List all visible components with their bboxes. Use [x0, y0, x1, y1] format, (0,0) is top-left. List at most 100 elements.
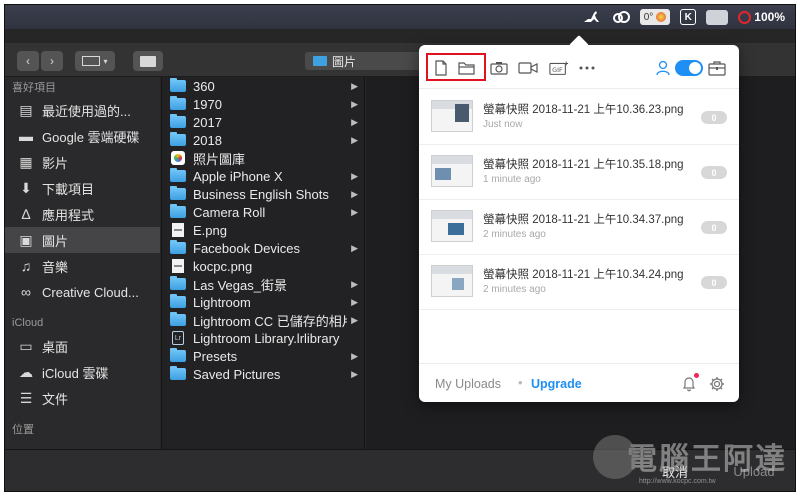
video-icon[interactable] — [518, 59, 538, 77]
creative-cloud-icon[interactable] — [612, 9, 630, 25]
file-row[interactable]: Business English Shots ▶ — [162, 185, 364, 203]
file-label: Las Vegas_街景 — [193, 277, 287, 293]
new-folder-button[interactable] — [133, 51, 163, 71]
file-row[interactable]: Saved Pictures ▶ — [162, 365, 364, 383]
film-icon: ▦ — [19, 153, 33, 170]
toggle-switch[interactable] — [675, 60, 703, 76]
gif-icon[interactable]: GIF — [549, 59, 569, 77]
sidebar-item-icloud-drive[interactable]: ☁ iCloud 雲碟 — [5, 359, 160, 385]
upload-row[interactable]: 螢幕快照 2018-11-21 上午10.35.18.png 1 minute … — [419, 145, 739, 200]
more-icon[interactable] — [577, 59, 597, 77]
gear-icon[interactable] — [709, 376, 725, 392]
folder-icon: ▬ — [19, 128, 33, 144]
file-label: 1970 — [193, 96, 222, 112]
cloud-icon: ☁ — [19, 363, 33, 380]
sidebar-item-creative-cloud[interactable]: ∞ Creative Cloud... — [5, 279, 160, 305]
kangaroo-icon[interactable] — [582, 9, 602, 25]
upload-row[interactable]: 螢幕快照 2018-11-21 上午10.34.24.png 2 minutes… — [419, 255, 739, 310]
disclosure-arrow-icon: ▶ — [351, 170, 358, 181]
sidebar-item-music[interactable]: ♫ 音樂 — [5, 253, 160, 279]
upload-row[interactable]: 螢幕快照 2018-11-21 上午10.36.23.png Just now … — [419, 90, 739, 145]
file-row[interactable]: Facebook Devices ▶ — [162, 239, 364, 257]
sidebar-item-applications[interactable]: ∆ 應用程式 — [5, 201, 160, 227]
sidebar-item-movies[interactable]: ▦ 影片 — [5, 149, 160, 175]
upload-button[interactable]: Upload — [727, 462, 781, 480]
upload-filename: 螢幕快照 2018-11-21 上午10.35.18.png — [483, 159, 684, 171]
notification-dot — [694, 373, 699, 378]
clock-icon: ▤ — [19, 101, 33, 118]
photos-library-icon — [171, 151, 185, 165]
chevron-left-icon: ‹ — [26, 54, 30, 68]
upload-filename: 螢幕快照 2018-11-21 上午10.34.37.png — [483, 214, 684, 226]
chevron-down-icon: ▾ — [103, 56, 108, 66]
file-label: Presets — [193, 348, 238, 364]
folder-icon — [313, 56, 327, 66]
view-count-badge: 0 — [701, 166, 727, 179]
file-row[interactable]: 360 ▶ — [162, 77, 364, 95]
folder-icon — [170, 96, 186, 110]
screenshot-thumbnail — [431, 265, 473, 297]
file-row[interactable]: 2018 ▶ — [162, 131, 364, 149]
popover-footer: My Uploads • Upgrade — [419, 363, 739, 402]
file-label: 2018 — [193, 132, 222, 148]
sidebar-item-desktop[interactable]: ▭ 桌面 — [5, 333, 160, 359]
file-label: Saved Pictures — [193, 366, 281, 382]
sidebar-item-recents[interactable]: ▤ 最近使用過的... — [5, 97, 160, 123]
image-file-icon — [172, 259, 184, 273]
sidebar-item-pictures[interactable]: ▣ 圖片 — [5, 227, 160, 253]
briefcase-icon[interactable] — [707, 59, 727, 77]
weather-widget[interactable]: 0° — [639, 9, 671, 25]
sidebar-item-documents[interactable]: ☰ 文件 — [5, 385, 160, 411]
folder-icon — [170, 294, 186, 308]
file-row[interactable]: Presets ▶ — [162, 347, 364, 365]
k-app-icon[interactable]: K — [680, 9, 697, 25]
file-icon[interactable] — [431, 59, 451, 77]
disclosure-arrow-icon: ▶ — [351, 188, 358, 199]
sidebar-item-downloads[interactable]: ⬇ 下載項目 — [5, 175, 160, 201]
folder-icon — [170, 348, 186, 362]
file-label: kocpc.png — [193, 258, 253, 274]
disclosure-arrow-icon: ▶ — [351, 368, 358, 379]
disclosure-arrow-icon: ▶ — [351, 98, 358, 109]
file-row[interactable]: E.png — [162, 221, 364, 239]
cloud-app-icon[interactable] — [706, 9, 729, 25]
popover-toolbar: GIF — [419, 45, 739, 89]
back-button[interactable]: ‹ — [17, 51, 39, 71]
path-title[interactable]: 圖片 — [305, 52, 425, 70]
bell-icon[interactable] — [682, 376, 696, 392]
disclosure-arrow-icon: ▶ — [351, 314, 358, 325]
disclosure-arrow-icon: ▶ — [351, 80, 358, 91]
sidebar-header-favorites: 喜好項目 — [12, 82, 56, 94]
file-row[interactable]: kocpc.png — [162, 257, 364, 275]
upgrade-link[interactable]: Upgrade — [531, 377, 582, 391]
status-circle-icon — [656, 12, 667, 22]
file-row[interactable]: Lr Lightroom Library.lrlibrary — [162, 329, 364, 347]
file-row[interactable]: Apple iPhone X ▶ — [162, 167, 364, 185]
cancel-button[interactable]: 取消 — [645, 462, 705, 480]
my-uploads-link[interactable]: My Uploads — [435, 377, 501, 391]
sidebar-item-google-drive[interactable]: ▬ Google 雲端硬碟 — [5, 123, 160, 149]
lightroom-library-icon: Lr — [172, 331, 184, 345]
upload-filename: 螢幕快照 2018-11-21 上午10.34.24.png — [483, 269, 684, 281]
file-row[interactable]: 1970 ▶ — [162, 95, 364, 113]
columns-view-icon — [82, 56, 101, 66]
temperature-text: 0° — [643, 11, 654, 23]
file-row[interactable]: 照片圖庫 — [162, 149, 364, 167]
file-row[interactable]: 2017 ▶ — [162, 113, 364, 131]
folder-icon — [170, 186, 186, 200]
user-icon[interactable] — [653, 59, 673, 77]
file-label: 360 — [193, 78, 215, 94]
camera-icon[interactable] — [489, 59, 509, 77]
file-row[interactable]: Lightroom ▶ — [162, 293, 364, 311]
camera-icon: ▣ — [19, 231, 33, 248]
view-mode-button[interactable]: ▾ — [75, 51, 115, 71]
file-row[interactable]: Camera Roll ▶ — [162, 203, 364, 221]
upload-popover: GIF 螢幕快照 2018-11-21 上午10.36.23.png Just … — [419, 35, 739, 402]
forward-button[interactable]: › — [41, 51, 63, 71]
folder-open-icon[interactable] — [457, 59, 477, 77]
file-row[interactable]: Las Vegas_街景 ▶ — [162, 275, 364, 293]
upload-row[interactable]: 螢幕快照 2018-11-21 上午10.34.37.png 2 minutes… — [419, 200, 739, 255]
file-row[interactable]: Lightroom CC 已儲存的相片 ▶ — [162, 311, 364, 329]
battery-status[interactable]: 100% — [738, 10, 785, 24]
file-label: E.png — [193, 222, 227, 238]
